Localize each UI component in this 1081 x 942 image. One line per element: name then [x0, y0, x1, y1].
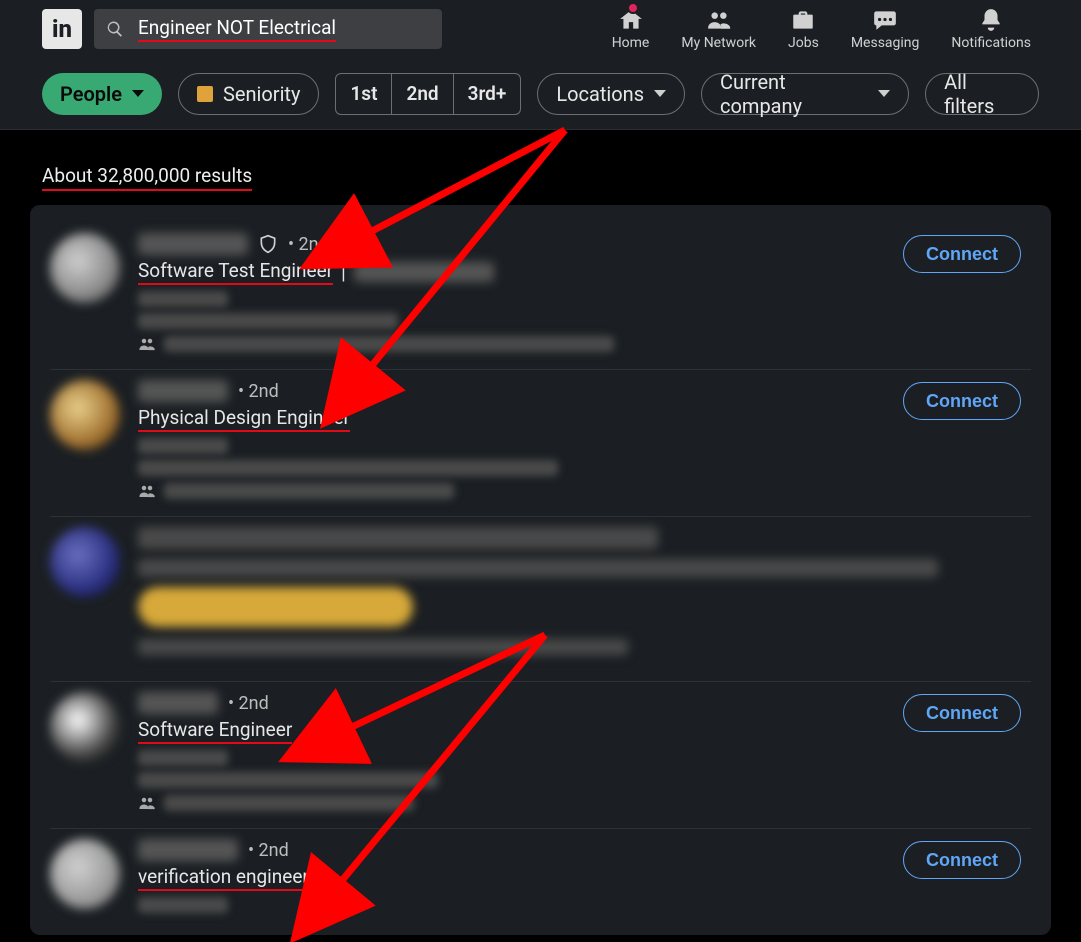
filter-2nd[interactable]: 2nd [392, 73, 453, 115]
profile-title: Physical Design Engineer [138, 406, 350, 432]
profile-title: verification engineer [138, 865, 309, 891]
result-row[interactable]: • 2nd verification engineer Connect [50, 829, 1031, 935]
connection-degree: • 2nd [228, 693, 269, 714]
people-icon [706, 7, 732, 33]
nav-jobs-label: Jobs [788, 35, 819, 51]
linkedin-logo[interactable]: in [42, 9, 82, 49]
blurred-text [164, 336, 614, 352]
blurred-text [138, 559, 938, 577]
connect-button[interactable]: Connect [903, 694, 1021, 732]
nav-jobs[interactable]: Jobs [788, 7, 819, 51]
blurred-text [138, 772, 438, 788]
blurred-text [164, 483, 454, 499]
filter-seniority-label: Seniority [223, 82, 300, 106]
filter-bar: People Seniority 1st 2nd 3rd+ Locations … [0, 58, 1081, 130]
result-row[interactable]: • 2nd Software Engineer Connect [50, 682, 1031, 829]
filter-1st[interactable]: 1st [335, 73, 392, 115]
mutual-connections-icon [138, 335, 156, 353]
profile-name-blurred [138, 692, 218, 714]
promo-cta-blurred[interactable] [138, 587, 413, 627]
filter-people-label: People [60, 82, 122, 106]
blurred-text [138, 313, 398, 329]
briefcase-icon [790, 7, 816, 33]
blurred-text [138, 460, 558, 476]
search-icon [106, 20, 124, 38]
blurred-text [138, 527, 658, 549]
connection-degree: • 2nd [238, 381, 279, 402]
result-row[interactable]: • 2nd Physical Design Engineer Connect [50, 370, 1031, 517]
filter-all-filters-label: All filters [944, 70, 1020, 118]
verified-shield-icon [258, 234, 278, 254]
filter-locations-label: Locations [556, 82, 644, 106]
search-query-text: Engineer NOT Electrical [138, 16, 336, 42]
blurred-text [138, 639, 628, 655]
filter-current-company[interactable]: Current company [701, 73, 909, 115]
title-separator: | [341, 261, 346, 284]
promo-row[interactable] [50, 517, 1031, 682]
results-card: • 2nd Software Test Engineer | Connect •… [30, 205, 1051, 935]
filter-3rd[interactable]: 3rd+ [454, 73, 522, 115]
blurred-text [138, 291, 228, 307]
mutual-connections-icon [138, 794, 156, 812]
avatar[interactable] [50, 380, 120, 450]
chevron-down-icon [878, 90, 890, 97]
promo-icon [50, 527, 120, 597]
global-nav: Home My Network Jobs Messaging Notificat… [612, 7, 1031, 51]
search-input[interactable]: Engineer NOT Electrical [94, 9, 442, 49]
profile-name-blurred [138, 839, 238, 861]
nav-home[interactable]: Home [612, 7, 650, 51]
nav-messaging[interactable]: Messaging [851, 7, 920, 51]
filter-current-company-label: Current company [720, 70, 868, 118]
nav-home-label: Home [612, 35, 650, 51]
avatar[interactable] [50, 839, 120, 909]
connection-degree: • 2nd [248, 840, 289, 861]
nav-notifications[interactable]: Notifications [951, 7, 1031, 51]
premium-badge-icon [197, 86, 213, 102]
results-count: About 32,800,000 results [42, 164, 252, 191]
filter-seniority[interactable]: Seniority [178, 73, 319, 115]
profile-name-blurred [138, 233, 248, 255]
profile-title: Software Engineer [138, 718, 292, 744]
blurred-text [138, 897, 228, 913]
top-nav: in Engineer NOT Electrical Home My Netwo… [0, 0, 1081, 58]
chevron-down-icon [654, 90, 666, 97]
filter-all-filters[interactable]: All filters [925, 73, 1039, 115]
filter-connection-degree: 1st 2nd 3rd+ [335, 73, 521, 115]
blurred-text [138, 750, 228, 766]
connection-degree: • 2nd [288, 234, 329, 255]
nav-my-network-label: My Network [681, 35, 756, 51]
blurred-text [138, 438, 228, 454]
blurred-text [354, 262, 494, 282]
profile-name-blurred [138, 380, 228, 402]
filter-people[interactable]: People [42, 73, 162, 115]
connect-button[interactable]: Connect [903, 841, 1021, 879]
avatar[interactable] [50, 692, 120, 762]
nav-notifications-label: Notifications [951, 35, 1031, 51]
nav-my-network[interactable]: My Network [681, 7, 756, 51]
mutual-connections-icon [138, 482, 156, 500]
connect-button[interactable]: Connect [903, 235, 1021, 273]
result-row[interactable]: • 2nd Software Test Engineer | Connect [50, 223, 1031, 370]
blurred-text [164, 795, 414, 811]
chevron-down-icon [132, 90, 144, 97]
bell-icon [978, 7, 1004, 33]
connect-button[interactable]: Connect [903, 382, 1021, 420]
chat-icon [872, 7, 898, 33]
avatar[interactable] [50, 233, 120, 303]
nav-messaging-label: Messaging [851, 35, 920, 51]
filter-locations[interactable]: Locations [537, 73, 685, 115]
profile-title: Software Test Engineer [138, 259, 333, 285]
